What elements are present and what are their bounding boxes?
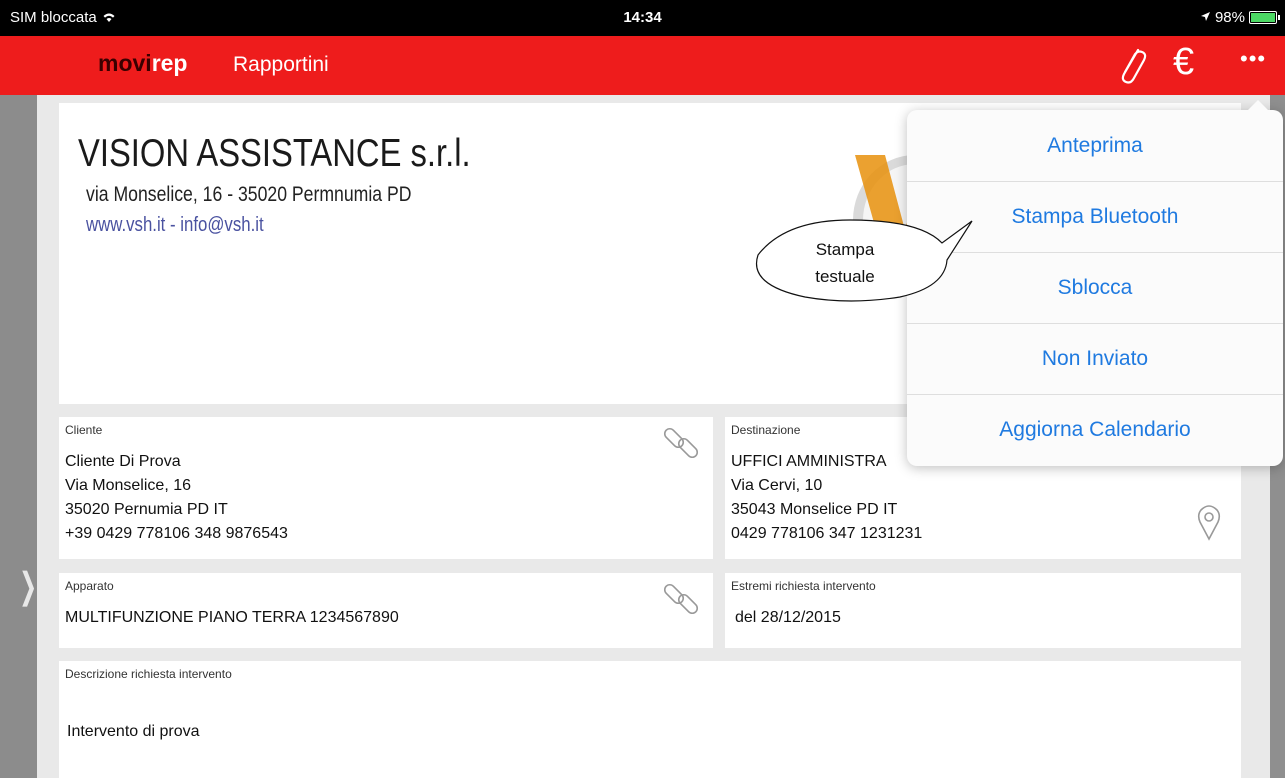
cliente-city: 35020 Pernumia PD IT [65, 501, 228, 518]
link-icon[interactable] [663, 579, 703, 624]
left-edge: ❯ [0, 95, 37, 778]
company-address: via Monselice, 16 - 35020 Permnumia PD [86, 183, 412, 206]
destinazione-city: 35043 Monselice PD IT [731, 501, 898, 518]
chevron-right-icon[interactable]: ❯ [19, 565, 37, 607]
callout-line-2: testuale [815, 267, 875, 286]
descrizione-box: Descrizione richiesta intervento Interve… [59, 661, 1241, 778]
battery-percent: 98% [1214, 9, 1245, 26]
status-bar: SIM bloccata 14:34 98% [0, 0, 1285, 36]
destinazione-phone: 0429 778106 347 1231231 [731, 525, 923, 542]
estremi-label: Estremi richiesta intervento [731, 579, 876, 593]
apparato-label: Apparato [65, 579, 114, 593]
brand-logo: movirep [98, 50, 187, 77]
map-pin-icon[interactable] [1197, 505, 1221, 546]
callout-text: Stampa testuale [795, 236, 895, 290]
battery-icon [1249, 11, 1280, 24]
estremi-box: Estremi richiesta intervento del 28/12/2… [725, 573, 1241, 648]
page-title: Rapportini [233, 53, 329, 76]
cliente-label: Cliente [65, 423, 103, 437]
link-icon[interactable] [663, 423, 703, 468]
brand-suffix: rep [151, 50, 188, 76]
cliente-name: Cliente Di Prova [65, 453, 181, 470]
estremi-value: del 28/12/2015 [735, 609, 841, 626]
menu-item-non-inviato[interactable]: Non Inviato [907, 323, 1283, 395]
clock: 14:34 [623, 9, 662, 26]
destinazione-name: UFFICI AMMINISTRA [731, 453, 887, 470]
brand-prefix: movi [98, 50, 152, 76]
location-icon [1200, 9, 1211, 26]
callout-line-1: Stampa [815, 240, 875, 259]
company-web: www.vsh.it - info@vsh.it [86, 214, 264, 236]
battery-area: 98% [1200, 9, 1280, 26]
apparato-value: MULTIFUNZIONE PIANO TERRA 1234567890 [65, 609, 399, 626]
destinazione-label: Destinazione [731, 423, 801, 437]
destinazione-street: Via Cervi, 10 [731, 477, 823, 494]
cliente-box: Cliente Cliente Di Prova Via Monselice, … [59, 417, 713, 559]
cliente-phone: +39 0429 778106 348 9876543 [65, 525, 288, 542]
more-icon[interactable]: ••• [1240, 46, 1266, 72]
menu-item-anteprima[interactable]: Anteprima [907, 110, 1283, 182]
descrizione-label: Descrizione richiesta intervento [65, 667, 232, 681]
descrizione-value: Intervento di prova [67, 723, 200, 740]
nav-bar: movirep Rapportini € ••• [0, 36, 1285, 95]
apparato-box: Apparato MULTIFUNZIONE PIANO TERRA 12345… [59, 573, 713, 648]
menu-item-aggiorna-calendario[interactable]: Aggiorna Calendario [907, 394, 1283, 465]
company-name: VISION ASSISTANCE s.r.l. [78, 132, 471, 175]
cliente-street: Via Monselice, 16 [65, 477, 191, 494]
euro-icon[interactable]: € [1173, 40, 1194, 84]
paperclip-icon[interactable] [1116, 44, 1148, 93]
